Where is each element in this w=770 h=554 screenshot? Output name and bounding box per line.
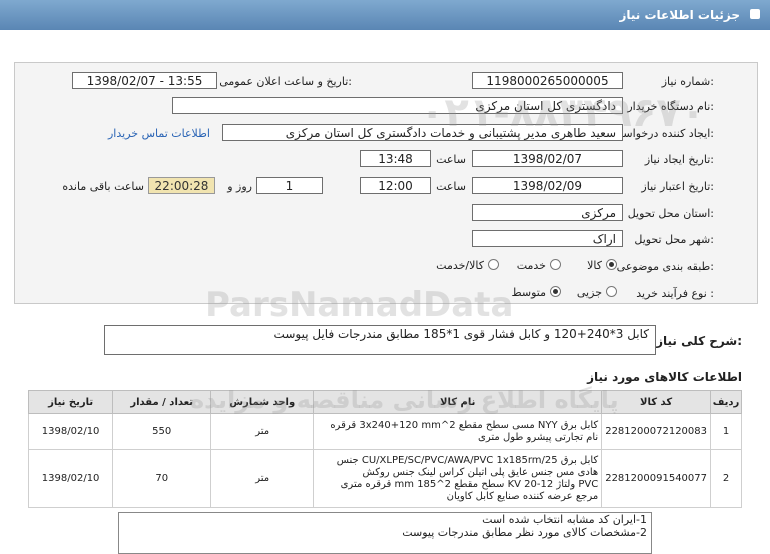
row-date: 1398/02/10 (27, 413, 114, 450)
col-date: تاریخ نیاز (27, 390, 114, 414)
table-row[interactable]: 1 2281200072120083 کابل برق NYY مسی سطح … (27, 413, 742, 450)
row-name: کابل برق CU/XLPE/SC/PVC/AWA/PVC 1x185rm/… (313, 449, 603, 508)
days-remaining-field[interactable]: 1 (256, 177, 323, 194)
window-titlebar: جزئیات اطلاعات نیاز (0, 0, 770, 30)
row-name-line: کابل برق CU/XLPE/SC/PVC/AWA/PVC 1x185rm/… (336, 454, 599, 466)
category-goods-service-label: کالا/خدمت (436, 259, 484, 272)
validity-label: تاریخ اعتبار نیاز: (641, 180, 714, 193)
category-goods-label: کالا (587, 259, 602, 272)
row-code: 2281200091540077 (601, 449, 711, 508)
category-service-radio[interactable] (550, 259, 561, 270)
row-unit: متر (210, 413, 315, 450)
watermark-brand: ParsNamadData (205, 285, 514, 325)
category-goods-service-radio[interactable] (488, 259, 499, 270)
create-date-field[interactable]: 1398/02/07 (472, 150, 623, 167)
create-date-label: تاریخ ایجاد نیاز: (644, 153, 714, 166)
process-medium-label: متوسط (511, 286, 546, 299)
summary-text: کابل 3*240+120 و کابل فشار قوی 1*185 مطا… (273, 327, 649, 341)
validity-date-field[interactable]: 1398/02/09 (472, 177, 623, 194)
city-field[interactable]: اراک (472, 230, 623, 247)
create-time-field[interactable]: 13:48 (360, 150, 431, 167)
col-index: ردیف (710, 390, 742, 414)
row-unit: متر (210, 449, 315, 508)
row-date: 1398/02/10 (27, 449, 114, 508)
category-service-label: خدمت (516, 259, 546, 272)
remaining-label: ساعت باقی مانده (62, 180, 144, 193)
summary-field[interactable]: کابل 3*240+120 و کابل فشار قوی 1*185 مطا… (104, 325, 656, 355)
row-code: 2281200072120083 (601, 413, 711, 450)
category-label: طبقه بندی موضوعی: (616, 260, 714, 273)
province-field[interactable]: مرکزی (472, 204, 623, 221)
note-line: 1-ایران کد مشابه انتخاب شده است (482, 513, 647, 526)
page-title: جزئیات اطلاعات نیاز (619, 8, 740, 22)
announce-field[interactable]: 1398/02/07 - 13:55 (72, 72, 217, 89)
buyer-notes-box: 1-ایران کد مشابه انتخاب شده است 2-مشخصات… (118, 512, 652, 554)
process-minor-radio[interactable] (606, 286, 617, 297)
row-name-line: کابل برق NYY مسی سطح مقطع 2^3x240+120 mm… (330, 419, 599, 431)
process-label: نوع فرآیند خرید : (636, 287, 714, 300)
validity-time-field[interactable]: 12:00 (360, 177, 431, 194)
remaining-time-field[interactable]: 22:00:28 (148, 177, 215, 194)
announce-label: تاریخ و ساعت اعلان عمومی: (219, 75, 352, 88)
row-name-line: هادی مس جنس عایق پلی اتیلن کراس لینک جنس… (362, 466, 599, 478)
summary-label: شرح کلی نیاز: (656, 334, 742, 348)
row-name-line: مرجع عرضه کننده صنایع کابل کاویان (446, 490, 599, 502)
validity-time-label: ساعت (436, 180, 466, 193)
row-qty: 70 (112, 449, 212, 508)
watermark-line2: ۰۲۱-۸۸۳۴۹۶۷۰ (420, 90, 706, 136)
row-index: 1 (710, 413, 742, 450)
contact-info-link[interactable]: اطلاعات تماس خریدار (108, 127, 210, 140)
table-row[interactable]: 2 2281200091540077 کابل برق CU/XLPE/SC/P… (27, 449, 742, 508)
row-name: کابل برق NYY مسی سطح مقطع 2^3x240+120 mm… (313, 413, 603, 450)
goods-section-title: اطلاعات کالاهای مورد نیاز (587, 370, 742, 384)
row-qty: 550 (112, 413, 212, 450)
note-line: 2-مشخصات کالای مورد نظر مطابق مندرجات پی… (402, 526, 647, 539)
need-number-field[interactable]: 1198000265000005 (472, 72, 623, 89)
watermark-line1: پایگاه اطلاع رسانی مناقصه و مزایده (190, 386, 619, 414)
info-icon (750, 9, 760, 19)
row-index: 2 (710, 449, 742, 508)
row-name-line: PVC ولتاژ KV 20-12 سطح مقطع 2^185 mm قرق… (340, 478, 599, 490)
city-label: شهر محل تحویل: (634, 233, 714, 246)
province-label: استان محل تحویل: (627, 207, 714, 220)
category-goods-radio[interactable] (606, 259, 617, 270)
process-minor-label: جزیی (576, 286, 602, 299)
process-medium-radio[interactable] (550, 286, 561, 297)
days-label: روز و (227, 180, 252, 193)
need-number-label: شماره نیاز: (661, 75, 714, 88)
row-name-line: نام تجارتی پیشرو طول متری (478, 431, 599, 443)
create-time-label: ساعت (436, 153, 466, 166)
